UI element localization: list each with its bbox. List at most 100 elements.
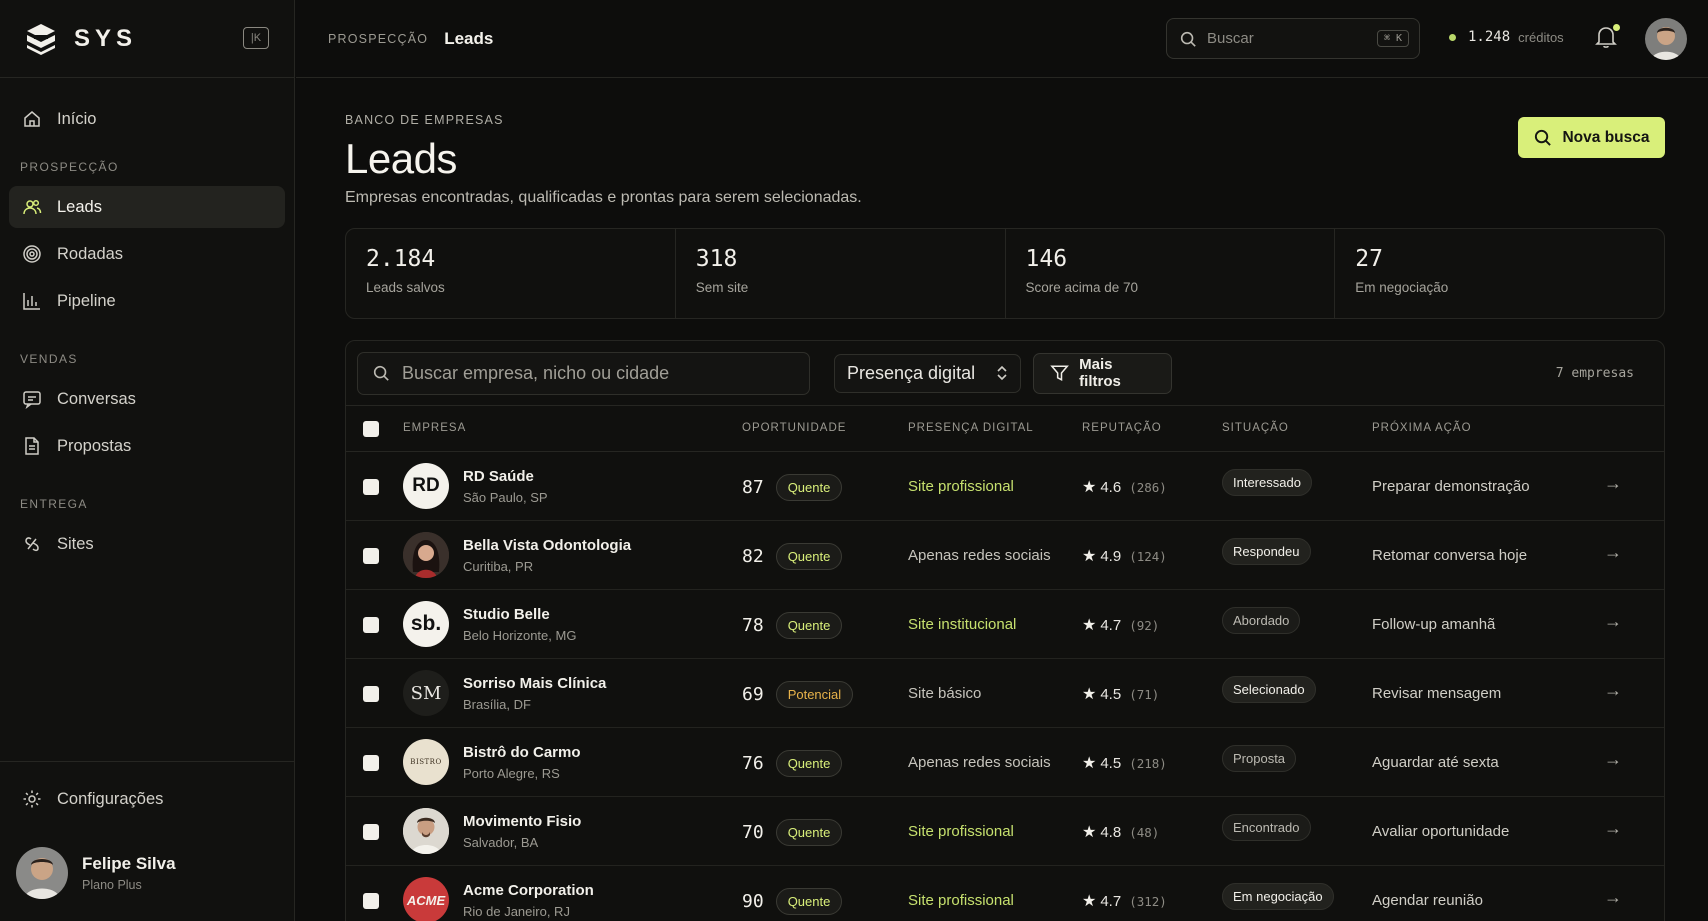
sidebar-item-inicio[interactable]: Início bbox=[9, 98, 285, 140]
sidebar-item-leads[interactable]: Leads bbox=[9, 186, 285, 228]
global-search[interactable]: ⌘ K bbox=[1166, 18, 1420, 59]
presence-select[interactable]: Presença digital bbox=[834, 353, 1021, 393]
arrow-right-icon[interactable]: → bbox=[1604, 542, 1622, 563]
arrow-right-icon[interactable]: → bbox=[1604, 611, 1622, 632]
company-name[interactable]: Sorriso Mais Clínica bbox=[463, 675, 606, 692]
company-city: Curitiba, PR bbox=[463, 559, 534, 574]
row-checkbox[interactable] bbox=[363, 548, 379, 564]
reputation: ★ 4.5 (71) bbox=[1082, 684, 1159, 704]
company-search-input[interactable] bbox=[402, 362, 782, 384]
stat-value: 2.184 bbox=[366, 246, 436, 272]
sidebar: SYS |K Início PROSPECÇÃO Leads Rodadas P… bbox=[0, 0, 295, 921]
arrow-right-icon[interactable]: → bbox=[1604, 818, 1622, 839]
column-header[interactable]: PRESENÇA DIGITAL bbox=[908, 422, 1034, 434]
sidebar-item-rodadas[interactable]: Rodadas bbox=[9, 233, 285, 275]
brand-logo-icon bbox=[27, 23, 55, 55]
column-header[interactable]: OPORTUNIDADE bbox=[742, 422, 846, 434]
status-badge: Em negociação bbox=[1222, 883, 1334, 910]
column-header[interactable]: PRÓXIMA AÇÃO bbox=[1372, 422, 1472, 434]
stat-label: Em negociação bbox=[1355, 280, 1449, 295]
sidebar-item-configuracoes[interactable]: Configurações bbox=[9, 778, 286, 820]
company-name[interactable]: Bella Vista Odontologia bbox=[463, 537, 631, 554]
credits-label: créditos bbox=[1518, 29, 1564, 45]
message-icon bbox=[23, 391, 41, 409]
company-search[interactable] bbox=[357, 351, 810, 395]
new-search-label: Nova busca bbox=[1562, 128, 1650, 146]
search-icon bbox=[373, 365, 389, 381]
presence-value: Apenas redes sociais bbox=[908, 754, 1051, 771]
breadcrumb-section[interactable]: PROSPECÇÃO bbox=[328, 32, 428, 46]
table-row[interactable]: BISTRO Bistrô do Carmo Porto Alegre, RS 7… bbox=[346, 728, 1664, 797]
arrow-right-icon[interactable]: → bbox=[1604, 749, 1622, 770]
brand-name: SYS bbox=[74, 24, 138, 52]
stat-value: 318 bbox=[695, 246, 738, 272]
reputation: ★ 4.9 (124) bbox=[1082, 546, 1167, 566]
rating-value: 4.8 bbox=[1100, 823, 1122, 841]
sidebar-item-label: Início bbox=[57, 109, 97, 128]
table-header: EMPRESA OPORTUNIDADE PRESENÇA DIGITAL RE… bbox=[346, 406, 1664, 452]
table-row[interactable]: SM Sorriso Mais Clínica Brasília, DF 69 Po… bbox=[346, 659, 1664, 728]
sidebar-item-conversas[interactable]: Conversas bbox=[9, 378, 285, 420]
table-row[interactable]: sb. Studio Belle Belo Horizonte, MG 78 Que… bbox=[346, 590, 1664, 659]
sidebar-item-propostas[interactable]: Propostas bbox=[9, 425, 285, 467]
select-all-checkbox[interactable] bbox=[363, 421, 379, 437]
arrow-right-icon[interactable]: → bbox=[1604, 680, 1622, 701]
sidebar-item-sites[interactable]: Sites bbox=[9, 523, 285, 565]
reputation: ★ 4.5 (218) bbox=[1082, 753, 1167, 773]
row-checkbox[interactable] bbox=[363, 824, 379, 840]
user-profile[interactable]: Felipe Silva Plano Plus bbox=[16, 847, 176, 899]
company-name[interactable]: Acme Corporation bbox=[463, 882, 594, 899]
notifications-button[interactable] bbox=[1594, 24, 1620, 52]
credits-indicator[interactable]: 1.248 créditos bbox=[1449, 29, 1564, 45]
rating-value: 4.7 bbox=[1100, 892, 1122, 910]
sidebar-item-pipeline[interactable]: Pipeline bbox=[9, 280, 285, 322]
credits-value: 1.248 bbox=[1468, 29, 1511, 45]
next-action: Revisar mensagem bbox=[1372, 685, 1502, 702]
tier-badge: Quente bbox=[775, 750, 843, 777]
stat-label: Sem site bbox=[695, 280, 749, 295]
column-header[interactable]: REPUTAÇÃO bbox=[1082, 422, 1162, 434]
table-row[interactable]: Bella Vista Odontologia Curitiba, PR 82 Qu… bbox=[346, 521, 1664, 590]
company-logo: SM bbox=[403, 670, 449, 716]
opportunity-score: 78 bbox=[742, 615, 764, 636]
company-logo: RD bbox=[403, 463, 449, 509]
global-search-input[interactable] bbox=[1207, 30, 1357, 47]
arrow-right-icon[interactable]: → bbox=[1604, 473, 1622, 494]
tier-badge: Potencial bbox=[775, 681, 854, 708]
company-city: Salvador, BA bbox=[463, 835, 539, 850]
row-checkbox[interactable] bbox=[363, 617, 379, 633]
company-name[interactable]: Studio Belle bbox=[463, 606, 576, 623]
company-name[interactable]: RD Saúde bbox=[463, 468, 548, 485]
avatar[interactable] bbox=[1645, 18, 1687, 60]
row-checkbox[interactable] bbox=[363, 479, 379, 495]
stat-card: 318 Sem site bbox=[676, 229, 1006, 318]
star-icon: ★ bbox=[1082, 479, 1097, 496]
company-name[interactable]: Bistrô do Carmo bbox=[463, 744, 581, 761]
collapse-sidebar-icon[interactable]: |K bbox=[243, 27, 269, 49]
column-header[interactable]: EMPRESA bbox=[403, 422, 466, 434]
table-row[interactable]: RD RD Saúde São Paulo, SP 87 Quente Site p… bbox=[346, 452, 1664, 521]
review-count: (218) bbox=[1129, 755, 1167, 771]
status-badge: Abordado bbox=[1222, 607, 1301, 634]
company-name[interactable]: Movimento Fisio bbox=[463, 813, 581, 830]
presence-value: Site profissional bbox=[908, 478, 1014, 495]
presence-select-value: Presença digital bbox=[847, 362, 976, 383]
row-checkbox[interactable] bbox=[363, 755, 379, 771]
row-checkbox[interactable] bbox=[363, 893, 379, 909]
company-logo bbox=[403, 808, 449, 854]
opportunity-score: 87 bbox=[742, 477, 764, 498]
main-content: BANCO DE EMPRESAS Leads Empresas encontr… bbox=[345, 78, 1665, 921]
arrow-right-icon[interactable]: → bbox=[1604, 887, 1622, 908]
table-row[interactable]: Movimento Fisio Salvador, BA 70 Quente Sit… bbox=[346, 797, 1664, 866]
column-header[interactable]: SITUAÇÃO bbox=[1222, 422, 1289, 434]
new-search-button[interactable]: Nova busca bbox=[1518, 117, 1665, 158]
star-icon: ★ bbox=[1082, 755, 1097, 772]
avatar bbox=[16, 847, 68, 899]
opportunity-score: 90 bbox=[742, 891, 764, 912]
star-icon: ★ bbox=[1082, 824, 1097, 841]
table-row[interactable]: ACME Acme Corporation Rio de Janeiro, RJ … bbox=[346, 866, 1664, 921]
sidebar-nav: Início PROSPECÇÃO Leads Rodadas Pipeline… bbox=[0, 78, 294, 565]
chevron-updown-icon bbox=[997, 365, 1007, 381]
row-checkbox[interactable] bbox=[363, 686, 379, 702]
more-filters-button[interactable]: Mais filtros bbox=[1033, 352, 1172, 394]
